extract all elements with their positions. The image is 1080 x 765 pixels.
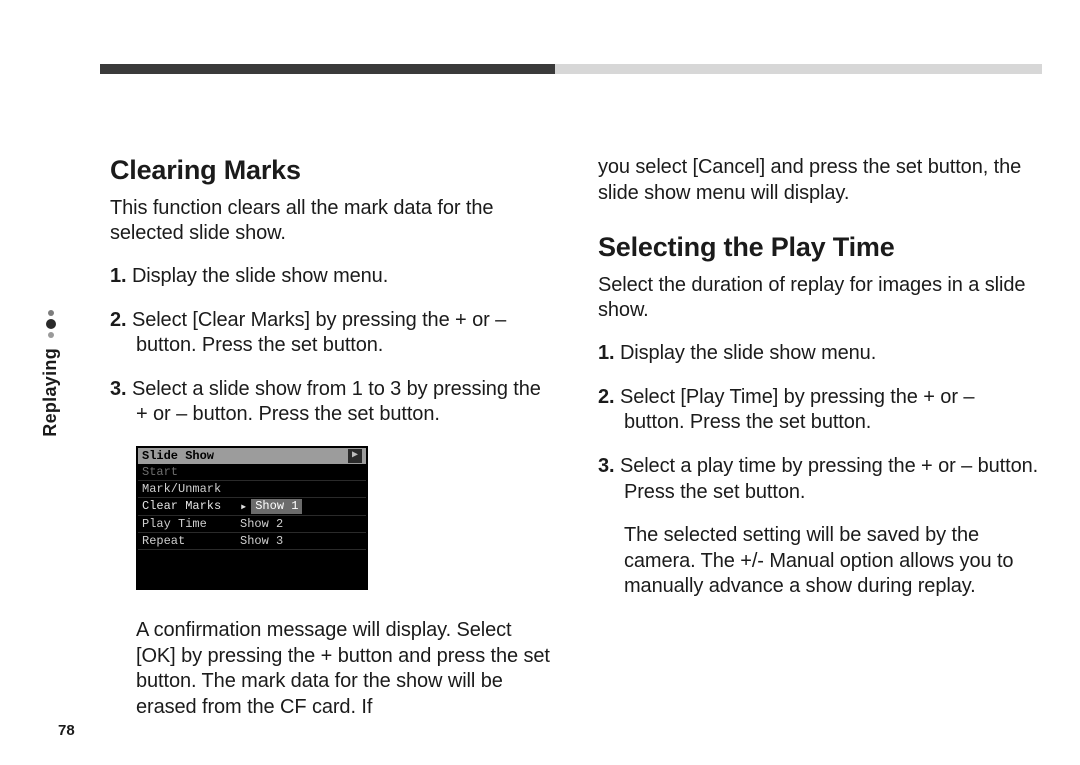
section-name: Replaying	[40, 348, 61, 437]
menu-label: Start	[142, 465, 240, 479]
clearing-marks-lead: This function clears all the mark data f…	[110, 196, 552, 246]
menu-value: Show 2	[240, 517, 283, 531]
clearing-marks-heading: Clearing Marks	[110, 155, 552, 186]
camera-menu-screenshot: Slide Show ▶ Start Mark/Unmark Clear Mar…	[136, 446, 368, 590]
play-icon: ▶	[348, 449, 362, 463]
step-number: 2.	[110, 309, 126, 331]
menu-label: Play Time	[142, 517, 240, 531]
header-rule-dark	[100, 64, 555, 74]
menu-row-start: Start	[138, 464, 366, 481]
menu-value: Show 3	[240, 534, 283, 548]
arrow-icon: ▸	[240, 499, 247, 514]
right-column: you select [Cancel] and press the set bu…	[598, 155, 1040, 720]
menu-label: Repeat	[142, 534, 240, 548]
list-item: 2. Select [Clear Marks] by pressing the …	[110, 308, 552, 359]
menu-title: Slide Show	[142, 449, 214, 463]
menu-label: Mark/Unmark	[142, 482, 240, 496]
left-column: Clearing Marks This function clears all …	[110, 155, 552, 720]
step-text: Display the slide show menu.	[620, 342, 876, 364]
step-number: 1.	[110, 265, 126, 287]
list-item: 3. Select a slide show from 1 to 3 by pr…	[110, 377, 552, 428]
menu-title-bar: Slide Show ▶	[138, 448, 366, 464]
continuation-text: you select [Cancel] and press the set bu…	[598, 155, 1040, 206]
play-time-lead: Select the duration of replay for images…	[598, 273, 1040, 323]
content-columns: Clearing Marks This function clears all …	[110, 155, 1040, 720]
list-item: 2. Select [Play Time] by pressing the + …	[598, 385, 1040, 436]
menu-label: Clear Marks	[142, 499, 240, 514]
menu-row-repeat: RepeatShow 3	[138, 533, 366, 550]
menu-row-clear: Clear Marks▸ Show 1	[138, 498, 366, 516]
dot-icon	[48, 332, 54, 338]
header-rule	[100, 64, 1042, 74]
menu-row-mark: Mark/Unmark	[138, 481, 366, 498]
step-text: Select [Clear Marks] by pressing the + o…	[132, 309, 506, 357]
step-text: Select a play time by pressing the + or …	[620, 455, 1038, 503]
step-number: 3.	[110, 378, 126, 400]
list-item: 1. Display the slide show menu.	[110, 264, 552, 290]
step-number: 3.	[598, 455, 614, 477]
step-text: Display the slide show menu.	[132, 265, 388, 287]
list-item: 3. Select a play time by pressing the + …	[598, 454, 1040, 505]
header-rule-light	[555, 64, 1042, 74]
play-time-heading: Selecting the Play Time	[598, 232, 1040, 263]
list-item: 1. Display the slide show menu.	[598, 341, 1040, 367]
step-number: 2.	[598, 386, 614, 408]
step-number: 1.	[598, 342, 614, 364]
clearing-marks-after: A confirmation message will display. Sel…	[110, 618, 552, 720]
dot-icon	[48, 310, 54, 316]
menu-row-play: Play TimeShow 2	[138, 516, 366, 533]
side-tab-dots	[46, 310, 56, 338]
clearing-marks-steps: 1. Display the slide show menu. 2. Selec…	[110, 264, 552, 428]
play-time-after: The selected setting will be saved by th…	[598, 523, 1040, 600]
page-number: 78	[58, 722, 75, 739]
step-text: Select a slide show from 1 to 3 by press…	[132, 378, 541, 426]
manual-page: Replaying 78 Clearing Marks This functio…	[0, 0, 1080, 765]
side-tab: Replaying	[40, 310, 61, 437]
menu-value: Show 1	[251, 499, 302, 514]
step-text: Select [Play Time] by pressing the + or …	[620, 386, 974, 434]
play-time-steps: 1. Display the slide show menu. 2. Selec…	[598, 341, 1040, 505]
dot-icon	[46, 319, 56, 329]
